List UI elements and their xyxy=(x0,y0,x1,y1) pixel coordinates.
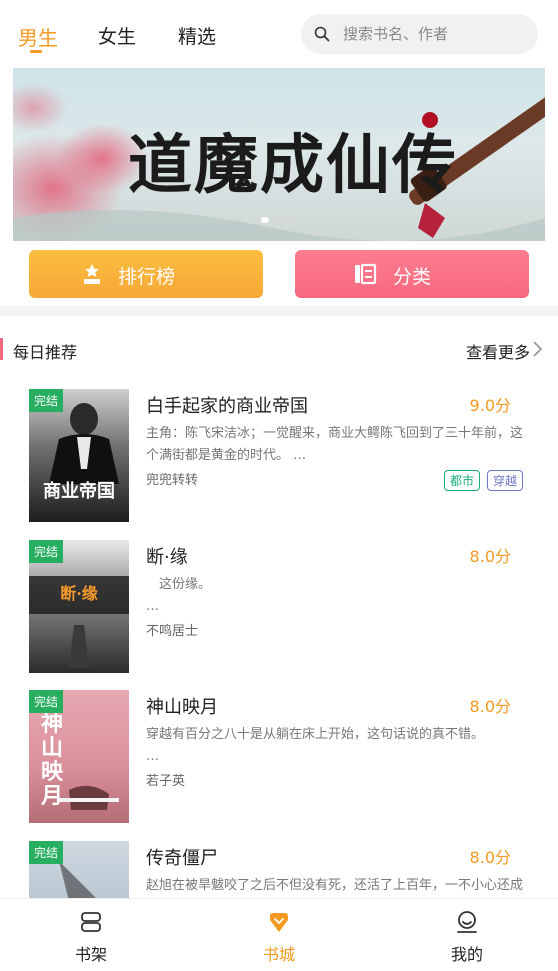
list-item[interactable]: 商业帝国 完结 白手起家的商业帝国 9.0分 主角：陈飞宋洁冰；一觉醒来，商业大… xyxy=(0,389,558,534)
status-badge: 完结 xyxy=(29,841,64,864)
book-cover[interactable]: 断·缘 完结 xyxy=(29,540,129,673)
book-cover[interactable]: 完结 xyxy=(29,841,129,898)
book-title: 断·缘 xyxy=(146,547,188,568)
book-author: 若子英 xyxy=(146,774,186,789)
list-item[interactable]: 完结 传奇僵尸 8.0分 赵旭在被旱魃咬了之后不但没有死，还活了上百年，一不小心… xyxy=(0,841,558,898)
category-button[interactable]: 分类 xyxy=(295,250,529,298)
book-author: 不鸣居士 xyxy=(146,624,199,639)
nav-label: 书架 xyxy=(74,945,107,964)
section-accent-bar xyxy=(0,338,3,360)
tab-male[interactable]: 男生 xyxy=(18,22,58,51)
nav-profile[interactable]: 我的 xyxy=(422,899,512,971)
banner-dot[interactable] xyxy=(261,217,269,223)
nav-bookshelf[interactable]: 书架 xyxy=(46,899,136,971)
ranking-button[interactable]: 排行榜 xyxy=(29,250,263,298)
banner-title: 道魔成仙传 xyxy=(128,128,458,203)
nav-bookstore[interactable]: 书城 xyxy=(234,899,324,971)
search-input[interactable] xyxy=(343,14,528,54)
tab-featured[interactable]: 精选 xyxy=(178,22,216,49)
book-cover[interactable]: 神山映月 完结 xyxy=(29,690,129,823)
book-score: 9.0分 xyxy=(469,396,511,415)
book-description: 赵旭在被旱魃咬了之后不但没有死，还活了上百年，一不小心还成了僵尸界的老大…看一个… xyxy=(146,878,524,893)
tag-badge[interactable]: 都市 xyxy=(444,470,481,491)
list-item[interactable]: 断·缘 完结 断·缘 8.0分 这份缘。 … 不鸣居士 xyxy=(0,540,558,685)
book-score: 8.0分 xyxy=(469,547,511,566)
tab-female[interactable]: 女生 xyxy=(98,22,136,49)
nav-label: 书城 xyxy=(262,945,295,964)
cover-title: 断·缘 xyxy=(60,584,98,603)
tab-active-indicator xyxy=(30,50,42,53)
banner-dot[interactable] xyxy=(289,217,295,223)
cover-title: 商业帝国 xyxy=(43,481,115,502)
section-title: 每日推荐 xyxy=(13,343,78,362)
status-badge: 完结 xyxy=(29,389,64,412)
category-icon xyxy=(355,263,377,285)
book-cover[interactable]: 商业帝国 完结 xyxy=(29,389,129,522)
see-more-link[interactable]: 查看更多 xyxy=(466,339,530,363)
banner-pagination xyxy=(261,208,302,227)
search-bar[interactable] xyxy=(301,14,538,54)
profile-icon xyxy=(457,911,477,933)
tag-badge[interactable]: 穿越 xyxy=(487,470,524,491)
book-title: 传奇僵尸 xyxy=(146,848,218,869)
category-label: 分类 xyxy=(393,266,432,288)
book-title: 神山映月 xyxy=(146,697,218,718)
list-item[interactable]: 神山映月 完结 神山映月 8.0分 穿越有百分之八十是从躺在床上开始，这句话说的… xyxy=(0,690,558,835)
status-badge: 完结 xyxy=(29,540,64,563)
rank-icon xyxy=(84,264,100,284)
bookshelf-icon xyxy=(81,912,101,932)
status-badge: 完结 xyxy=(29,690,64,713)
book-author: 兜兜转转 xyxy=(146,473,199,488)
book-score: 8.0分 xyxy=(469,848,511,867)
book-description: 主角：陈飞宋洁冰；一觉醒来，商业大鳄陈飞回到了三十年前，这个满街都是黄金的时代。… xyxy=(146,426,524,463)
bottom-nav: 书架 书城 我的 xyxy=(0,898,558,971)
search-icon xyxy=(314,26,330,42)
chevron-right-icon[interactable] xyxy=(530,339,544,359)
book-description: 这份缘。 … xyxy=(146,577,212,614)
cover-title: 神山映月 xyxy=(40,711,63,809)
ranking-label: 排行榜 xyxy=(118,266,176,288)
book-title: 白手起家的商业帝国 xyxy=(146,396,308,417)
book-score: 8.0分 xyxy=(469,697,511,716)
banner-dot[interactable] xyxy=(276,217,282,223)
top-header: 男生 女生 精选 xyxy=(0,0,558,68)
section-divider xyxy=(0,306,558,316)
promo-banner[interactable]: 道魔成仙传 xyxy=(13,68,545,241)
book-description: 穿越有百分之八十是从躺在床上开始，这句话说的真不错。 … xyxy=(146,727,485,764)
bookstore-icon xyxy=(270,913,288,932)
nav-label: 我的 xyxy=(450,945,483,964)
